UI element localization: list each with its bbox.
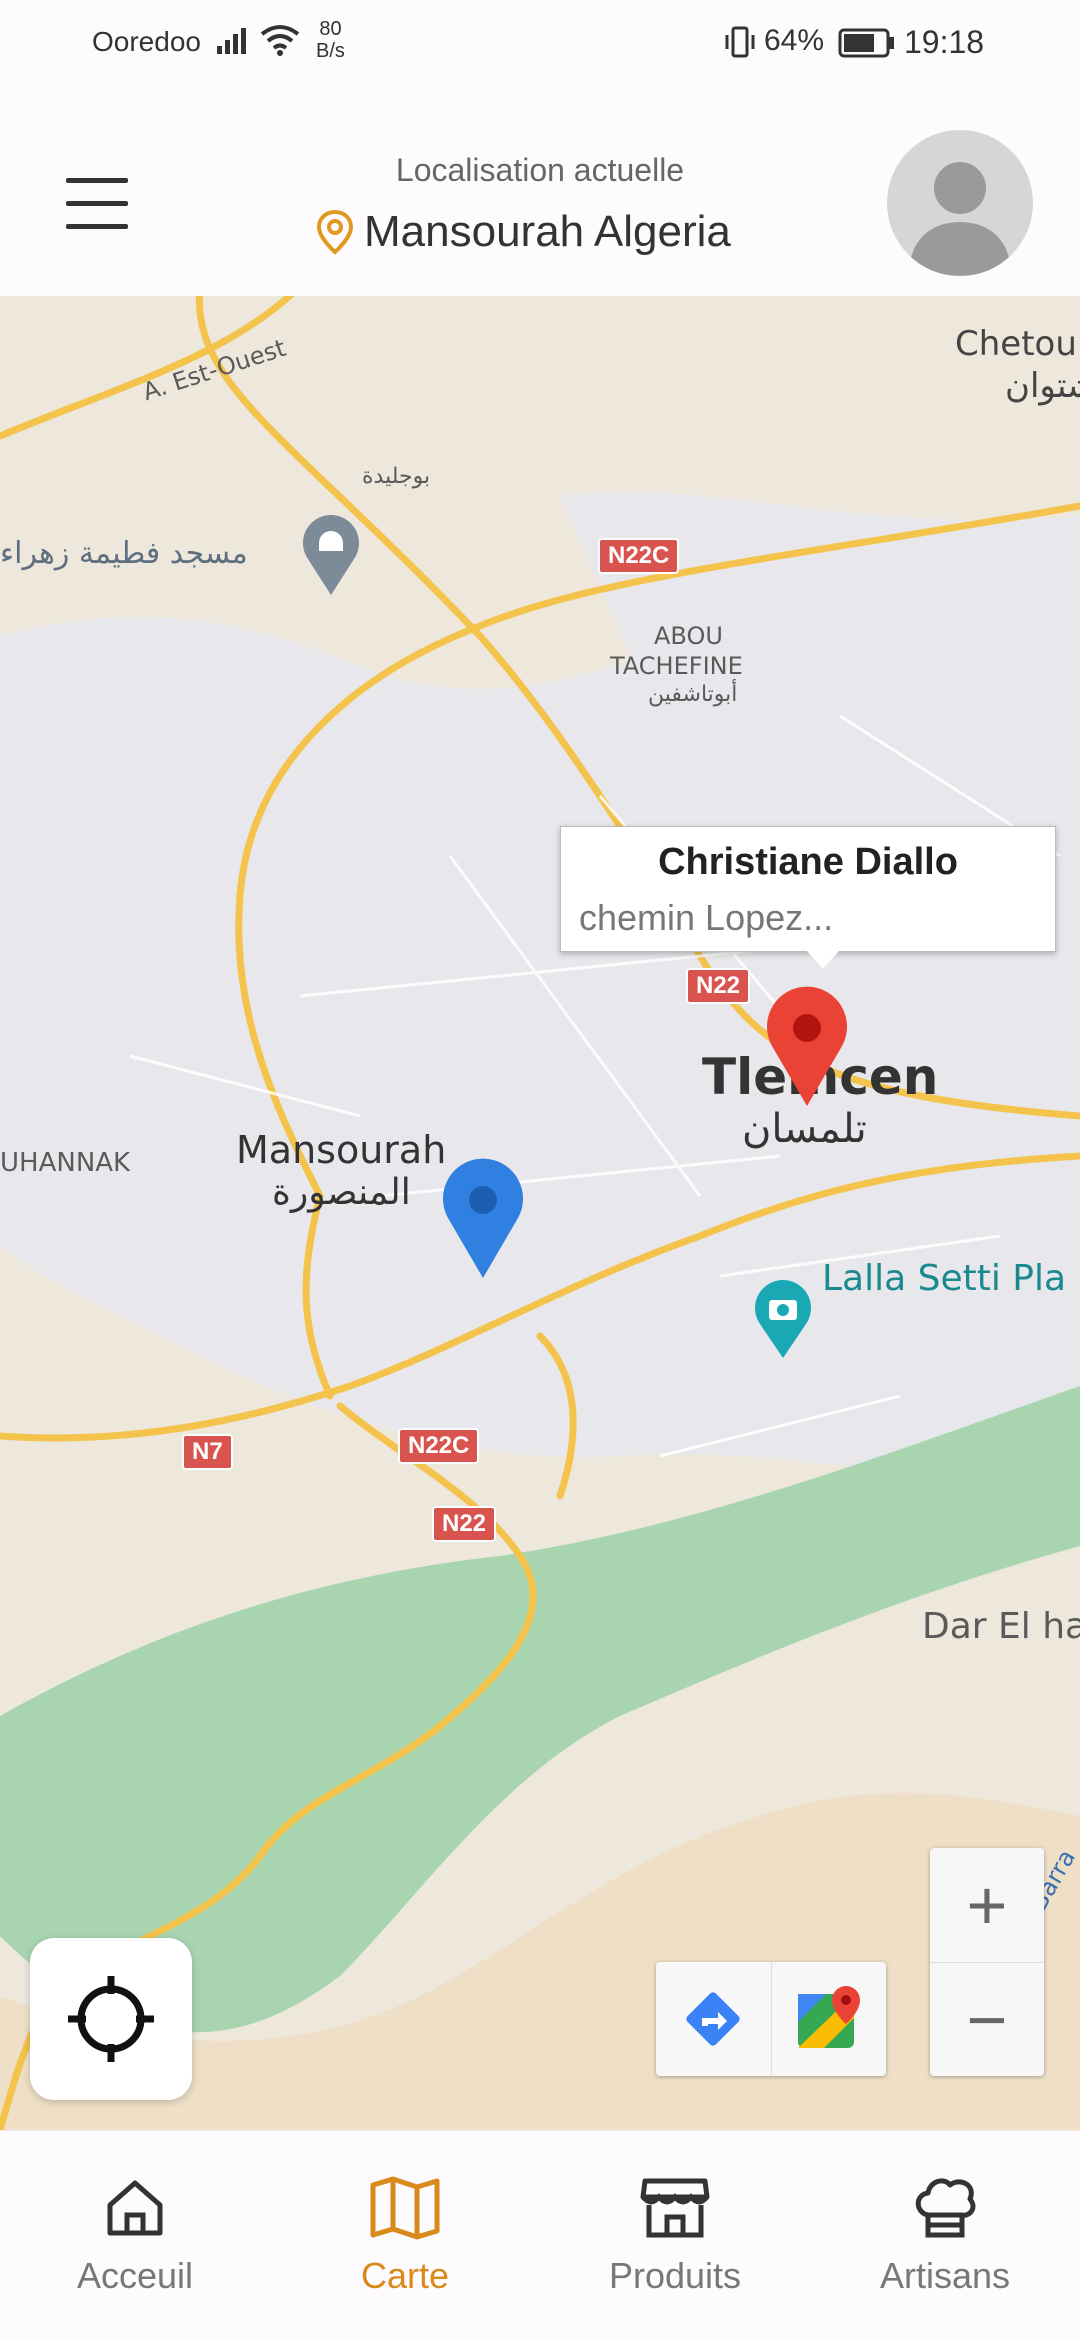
marker-info-window[interactable]: Christiane Diallo chemin Lopez... [560, 826, 1056, 969]
map-label-ouhannak: UHANNAK [0, 1148, 131, 1178]
chef-hat-icon [915, 2178, 976, 2238]
map-label-tachefine: TACHEFINE [610, 652, 743, 680]
map-label-mosque: مسجد فطيمة زهراء [0, 536, 248, 571]
nav-item-acceuil[interactable]: Acceuil [0, 2171, 270, 2321]
map-label-abou: ABOU [654, 622, 723, 650]
wifi-icon [260, 25, 300, 56]
nav-item-produits[interactable]: Produits [540, 2171, 810, 2321]
menu-icon-bar [66, 224, 128, 229]
map-label-dar-el: Dar El ha [922, 1606, 1080, 1647]
signal-icon [217, 28, 246, 54]
location-name: Mansourah Algeria [364, 207, 731, 256]
user-location-marker[interactable] [438, 1158, 528, 1282]
map-label-abou-arabic: أبوتاشفين [648, 682, 738, 707]
nav-label-produits: Produits [608, 2255, 742, 2296]
map-label-mansourah: Mansourah [236, 1128, 447, 1172]
directions-icon [686, 1992, 740, 2046]
app-header: Localisation actuelle Mansourah Algeria [0, 86, 1080, 296]
map-label-lalla-setti: Lalla Setti Pla [822, 1258, 1067, 1299]
status-bar: Ooredoo 80 B/s 64% 19:18 [0, 0, 1080, 86]
road-shield-n22: N22 [686, 968, 751, 1004]
nav-label-artisans: Artisans [879, 2255, 1011, 2296]
avatar[interactable] [887, 130, 1033, 276]
network-speed: 80 B/s [316, 18, 345, 62]
road-shield-n22: N22 [432, 1506, 497, 1542]
google-maps-icon [797, 1986, 860, 2048]
map-icon [370, 2176, 440, 2240]
mosque-icon [303, 515, 359, 595]
current-location[interactable]: Mansourah Algeria [316, 202, 731, 262]
artisan-marker[interactable] [762, 986, 852, 1110]
open-in-maps-button[interactable] [770, 1962, 887, 2076]
map-base [0, 296, 1080, 2130]
info-window-snippet: chemin Lopez... [579, 897, 834, 938]
zoom-out-button[interactable]: − [930, 1962, 1044, 2077]
nav-label-carte: Carte [360, 2255, 450, 2296]
road-shield-n22c: N22C [398, 1428, 480, 1464]
mosque-name: مسجد فطيمة زهراء [0, 536, 248, 571]
map-label-chetouane: Chetou [955, 324, 1077, 364]
recenter-button[interactable] [30, 1938, 192, 2100]
location-pin-icon [316, 209, 354, 255]
camera-pin-icon [755, 1280, 811, 1358]
battery-icon [838, 28, 894, 58]
map-label-mansourah-arabic: المنصورة [272, 1172, 411, 1213]
map-label-chetouane-arabic: شتوان [1005, 366, 1080, 406]
road-shield-n7: N7 [182, 1434, 233, 1470]
nav-label-acceuil: Acceuil [76, 2255, 194, 2296]
network-speed-value: 80 [319, 18, 342, 40]
vibrate-icon [725, 26, 755, 58]
map-label-tlemcen-arabic: تلمسان [742, 1106, 867, 1152]
map-view[interactable]: A. Est-Ouest بوجليدة مسجد فطيمة زهراء AB… [0, 296, 1080, 2130]
zoom-in-button[interactable]: + [930, 1848, 1044, 1962]
carrier-name: Ooredoo [92, 26, 201, 57]
battery-percent: 64% [764, 24, 825, 57]
directions-button[interactable] [656, 1962, 771, 2076]
clock: 19:18 [904, 24, 985, 60]
crosshair-icon [68, 1976, 154, 2062]
nav-item-carte[interactable]: Carte [270, 2171, 540, 2321]
bottom-navigation: Acceuil Carte Produits Artisans [0, 2130, 1080, 2341]
map-toolbar [656, 1962, 886, 2076]
info-window-title: Christiane Diallo [658, 841, 958, 883]
nav-item-artisans[interactable]: Artisans [810, 2171, 1080, 2321]
store-icon [640, 2178, 710, 2238]
network-speed-unit: B/s [316, 40, 345, 62]
menu-icon-bar [66, 201, 128, 206]
home-icon [107, 2180, 163, 2236]
map-label-boujlida: بوجليدة [362, 464, 431, 489]
road-shield-n22c: N22C [598, 538, 680, 574]
user-icon [909, 162, 1011, 276]
zoom-controls: + − [930, 1848, 1044, 2076]
